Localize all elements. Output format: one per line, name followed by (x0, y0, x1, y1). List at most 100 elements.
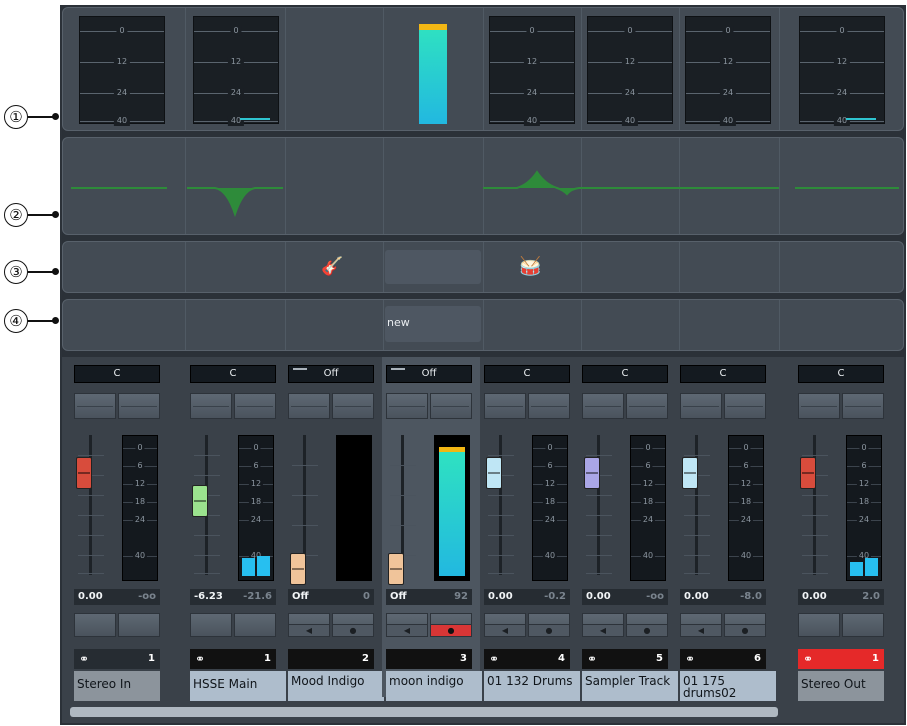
channel-button[interactable] (798, 393, 840, 419)
pan-control[interactable]: C (74, 365, 160, 383)
eq-curve-rack[interactable] (62, 137, 904, 235)
horizontal-scrollbar[interactable] (70, 707, 778, 717)
channel-button[interactable] (190, 393, 232, 419)
level-meter: 0 6 12 18 24 40 (846, 435, 882, 581)
channel-name[interactable]: moon indigo (386, 671, 482, 701)
pan-control[interactable]: C (484, 365, 570, 383)
volume-readout[interactable]: 0.00 -8.0 (680, 589, 766, 605)
new-note-label: new (387, 316, 410, 329)
volume-readout[interactable]: Off 92 (386, 589, 472, 605)
volume-fader[interactable] (486, 457, 502, 489)
solo-button[interactable] (842, 613, 884, 637)
monitor-button[interactable]: ◀ (680, 613, 722, 637)
speaker-icon: ◀ (485, 624, 525, 636)
volume-readout[interactable]: Off 0 (288, 589, 374, 605)
volume-readout[interactable]: -6.23 -21.6 (190, 589, 276, 605)
volume-fader[interactable] (682, 457, 698, 489)
record-button[interactable]: ● (430, 613, 472, 637)
eq-curve-cut (187, 187, 283, 218)
channel-button[interactable] (582, 393, 624, 419)
volume-fader[interactable] (290, 553, 306, 585)
selected-slot (385, 250, 481, 284)
channel-strip-5: C 0 6 12 18 24 40 0.00 -oo ◀ ● ⚭ 5 Sampler … (578, 357, 678, 701)
channel-name[interactable]: Stereo Out (798, 671, 884, 701)
callout-number: ④ (4, 309, 28, 333)
volume-fader[interactable] (192, 485, 208, 517)
volume-fader[interactable] (388, 553, 404, 585)
guitar-icon: 🎸 (321, 256, 344, 277)
channel-name[interactable]: Sampler Track (582, 671, 678, 701)
channel-meter: 0 12 24 40 (489, 16, 575, 126)
channel-button[interactable] (430, 393, 472, 419)
channel-meter: 0 12 24 40 (587, 16, 673, 126)
pan-control[interactable]: Off (288, 365, 374, 383)
record-button[interactable]: ● (528, 613, 570, 637)
mixer-window: 0 12 24 40 0 12 24 40 0 12 24 40 0 12 24… (60, 5, 906, 725)
channel-name[interactable]: Mood Indigo (288, 671, 384, 701)
pan-control[interactable]: C (582, 365, 668, 383)
channel-name[interactable]: HSSE Main (190, 671, 286, 701)
stereo-link-icon: ⚭ (489, 652, 500, 666)
channel-strip-1: C 0 6 12 18 24 40 -6.23 -21.6 ⚭ 1 HSSE Mai… (186, 357, 286, 701)
solo-button[interactable] (118, 613, 160, 637)
stereo-link-icon: ⚭ (587, 652, 598, 666)
pan-control[interactable]: C (190, 365, 276, 383)
channel-picture-rack[interactable]: 🎸 🥁 (62, 241, 904, 293)
callout-number: ① (4, 105, 28, 129)
pan-control[interactable]: C (680, 365, 766, 383)
speaker-icon: ◀ (387, 624, 427, 636)
volume-readout[interactable]: 0.00 2.0 (798, 589, 884, 605)
level-meter: 0 6 12 18 24 40 (238, 435, 274, 581)
channel-button[interactable] (288, 393, 330, 419)
channel-strip-stereo-in: C 0 6 12 18 24 40 0.00 -oo ⚭ 1 Stereo In (70, 357, 170, 701)
volume-readout[interactable]: 0.00 -oo (582, 589, 668, 605)
stereo-link-icon: ⚭ (79, 652, 90, 666)
channel-name[interactable]: 01 132 Drums (484, 671, 580, 701)
record-button[interactable]: ● (724, 613, 766, 637)
channel-strip-4: C 0 6 12 18 24 40 0.00 -0.2 ◀ ● ⚭ 4 01 132 … (480, 357, 580, 701)
pan-control[interactable]: C (798, 365, 884, 383)
level-meter (336, 435, 372, 581)
speaker-icon: ◀ (583, 624, 623, 636)
fader-panel: C 0 6 12 18 24 40 0.00 -oo ⚭ 1 Stereo In C (62, 357, 904, 723)
channel-info: ⚭ 1 (798, 649, 884, 669)
channel-button[interactable] (74, 393, 116, 419)
callout-2: ② (4, 203, 59, 227)
channel-button[interactable] (680, 393, 722, 419)
channel-button[interactable] (118, 393, 160, 419)
channel-button[interactable] (484, 393, 526, 419)
channel-strip-stereo-out: C 0 6 12 18 24 40 0.00 2.0 ⚭ 1 Stereo Out (794, 357, 894, 701)
notes-rack[interactable]: new (62, 299, 904, 351)
channel-name[interactable]: 01 175 drums02 (680, 671, 776, 701)
volume-fader[interactable] (800, 457, 816, 489)
level-meter: 0 6 12 18 24 40 (728, 435, 764, 581)
channel-name[interactable]: Stereo In (74, 671, 160, 701)
record-button[interactable]: ● (626, 613, 668, 637)
record-button[interactable]: ● (332, 613, 374, 637)
channel-button[interactable] (842, 393, 884, 419)
channel-strip-2: Off Off 0 ◀ ● 2 Mood Indigo (284, 357, 384, 701)
monitor-button[interactable]: ◀ (582, 613, 624, 637)
channel-button[interactable] (724, 393, 766, 419)
channel-button[interactable] (234, 393, 276, 419)
channel-button[interactable] (332, 393, 374, 419)
monitor-button[interactable]: ◀ (484, 613, 526, 637)
pan-control[interactable]: Off (386, 365, 472, 383)
solo-button[interactable] (234, 613, 276, 637)
callout-1: ① (4, 105, 59, 129)
mute-button[interactable] (798, 613, 840, 637)
volume-fader[interactable] (584, 457, 600, 489)
channel-button[interactable] (386, 393, 428, 419)
volume-readout[interactable]: 0.00 -0.2 (484, 589, 570, 605)
channel-button[interactable] (626, 393, 668, 419)
stereo-link-icon: ⚭ (195, 652, 206, 666)
level-meter: 0 6 12 18 24 40 (122, 435, 158, 581)
volume-readout[interactable]: 0.00 -oo (74, 589, 160, 605)
volume-fader[interactable] (76, 457, 92, 489)
mute-button[interactable] (74, 613, 116, 637)
channel-button[interactable] (528, 393, 570, 419)
mute-button[interactable] (190, 613, 232, 637)
channel-meter: 0 12 24 40 (685, 16, 771, 126)
monitor-button[interactable]: ◀ (288, 613, 330, 637)
monitor-button[interactable]: ◀ (386, 613, 428, 637)
